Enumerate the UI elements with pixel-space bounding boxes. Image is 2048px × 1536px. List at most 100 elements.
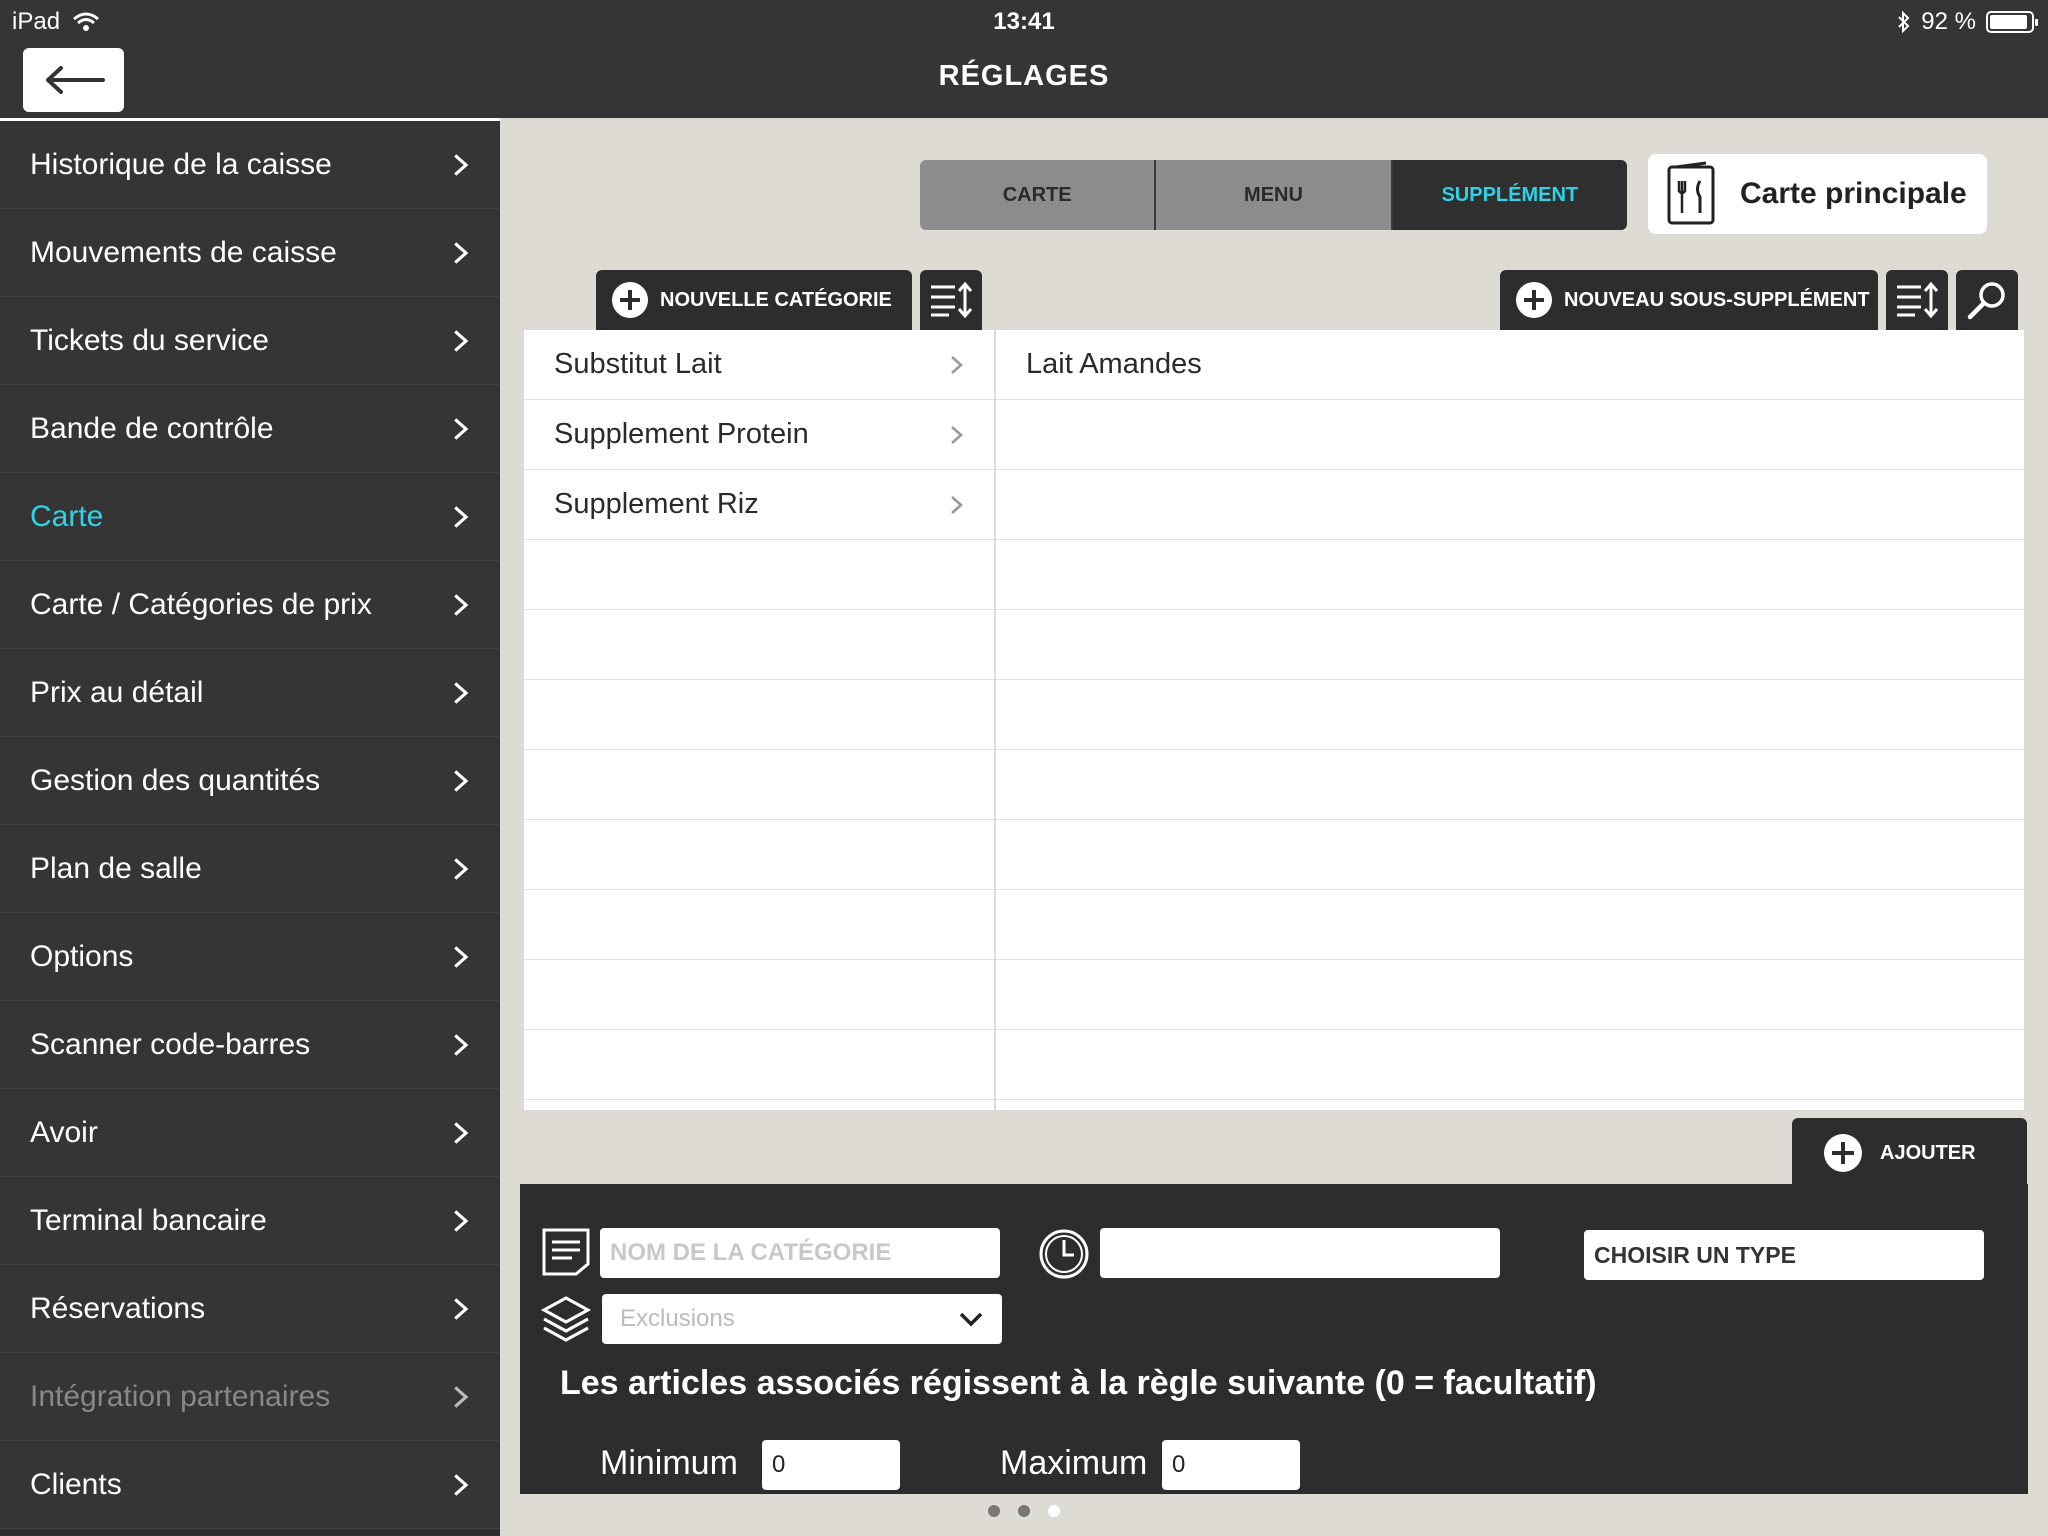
sort-sub-supplements-button[interactable] [1886,270,1948,330]
chevron-right-icon [454,505,469,528]
search-button[interactable] [1956,270,2018,330]
category-row[interactable]: Supplement Riz [524,470,994,540]
empty-row [996,890,2024,960]
empty-row [996,820,2024,890]
category-list: Substitut Lait Supplement Protein Suppleme… [524,330,994,1110]
sub-supplement-label: Lait Amandes [1026,348,1202,380]
sidebar-item-label: Scanner code-barres [30,1027,311,1061]
sidebar-item-label: Tickets du service [30,323,269,357]
sidebar-item[interactable]: Carte / Catégories de prix [0,561,500,649]
empty-row [996,470,2024,540]
exclusions-select[interactable]: Exclusions [602,1294,1002,1344]
chevron-right-icon [951,425,963,444]
sidebar-item-label: Bande de contrôle [30,411,274,445]
layers-icon [540,1296,592,1342]
empty-row [524,960,994,1030]
sort-icon [931,281,973,319]
sort-icon [1897,281,1939,319]
sidebar-item[interactable]: Bande de contrôle [0,385,500,473]
chevron-down-icon [959,1312,983,1327]
page-dot[interactable] [988,1505,1000,1517]
sidebar-item[interactable]: Prix au détail [0,649,500,737]
category-label: Supplement Riz [554,488,759,520]
schedule-input[interactable] [1100,1228,1500,1278]
category-name-input[interactable]: NOM DE LA CATÉGORIE [600,1228,1000,1278]
sub-supplement-list: Lait Amandes [996,330,2024,1110]
sidebar-item[interactable]: Gestion des quantités [0,737,500,825]
empty-row [996,750,2024,820]
minimum-label: Minimum [600,1444,738,1482]
sidebar-item[interactable]: Intégration partenaires [0,1353,500,1441]
chevron-right-icon [454,153,469,176]
chevron-right-icon [454,857,469,880]
note-icon [542,1228,590,1276]
tab-menu[interactable]: MENU [1156,160,1393,230]
chevron-right-icon [454,1385,469,1408]
search-icon [1967,282,2005,320]
sidebar-item[interactable]: Terminal bancaire [0,1177,500,1265]
category-row[interactable]: Supplement Protein [524,400,994,470]
new-category-button[interactable]: NOUVELLE CATÉGORIE [596,270,912,330]
battery-icon [1986,11,2038,33]
tab-supplement[interactable]: SUPPLÉMENT [1392,160,1627,230]
add-button[interactable]: AJOUTER [1792,1118,2027,1188]
menu-card-label: Carte principale [1740,177,1967,210]
sidebar-item[interactable]: Carte [0,473,500,561]
exclusions-placeholder: Exclusions [620,1305,735,1332]
chevron-right-icon [951,355,963,374]
sort-categories-button[interactable] [920,270,982,330]
new-category-label: NOUVELLE CATÉGORIE [660,288,892,311]
sidebar-item[interactable]: Tickets du service [0,297,500,385]
sidebar-item[interactable]: Options [0,913,500,1001]
sidebar-item-label: Clients [30,1467,122,1501]
tab-carte[interactable]: CARTE [920,160,1157,230]
maximum-input[interactable]: 0 [1162,1440,1300,1490]
empty-row [524,890,994,960]
sidebar-item-label: Mouvements de caisse [30,235,337,269]
page-indicator[interactable] [0,1505,2048,1517]
page-dot[interactable] [1018,1505,1030,1517]
sidebar-item[interactable]: Plan de salle [0,825,500,913]
category-row[interactable]: Substitut Lait [524,330,994,400]
empty-row [996,540,2024,610]
page-dot-active[interactable] [1048,1505,1060,1517]
chevron-right-icon [454,681,469,704]
empty-row [996,960,2024,1030]
empty-row [524,540,994,610]
plus-circle-icon [612,282,648,318]
chevron-right-icon [454,417,469,440]
sidebar-item[interactable]: Scanner code-barres [0,1001,500,1089]
sidebar-item[interactable]: Mouvements de caisse [0,209,500,297]
sidebar-item-label: Plan de salle [30,851,202,885]
empty-row [524,820,994,890]
sidebar-item-label: Carte / Catégories de prix [30,587,372,621]
plus-circle-icon [1824,1134,1862,1172]
empty-row [524,750,994,820]
sub-supplement-row[interactable]: Lait Amandes [996,330,2024,400]
chevron-right-icon [454,1121,469,1144]
empty-row [524,610,994,680]
type-select[interactable]: CHOISIR UN TYPE [1584,1230,1984,1280]
sidebar-item-label: Prix au détail [30,675,204,709]
sidebar-item[interactable]: Réservations [0,1265,500,1353]
menu-card-selector[interactable]: Carte principale [1648,154,1987,234]
top-bar: iPad 13:41 92 % RÉGLAGES [0,0,2048,118]
status-bar: iPad 13:41 92 % [0,0,2048,40]
page-title: RÉGLAGES [938,60,1110,92]
clock: 13:41 [993,8,1055,35]
sidebar-item[interactable]: Avoir [0,1089,500,1177]
clock-icon [1039,1229,1089,1279]
empty-row [524,680,994,750]
empty-row [996,1030,2024,1100]
empty-row [996,610,2024,680]
empty-row [524,1030,994,1100]
sidebar-item-label: Carte [30,499,104,533]
empty-row [996,400,2024,470]
sidebar-item-label: Avoir [30,1115,98,1149]
sidebar-item[interactable]: Historique de la caisse [0,121,500,209]
new-sub-supplement-button[interactable]: NOUVEAU SOUS-SUPPLÉMENT [1500,270,1878,330]
minimum-input[interactable]: 0 [762,1440,900,1490]
sidebar-item-label: Réservations [30,1291,206,1325]
type-tabs: CARTE MENU SUPPLÉMENT [920,160,1627,230]
bluetooth-icon [1898,11,1910,33]
